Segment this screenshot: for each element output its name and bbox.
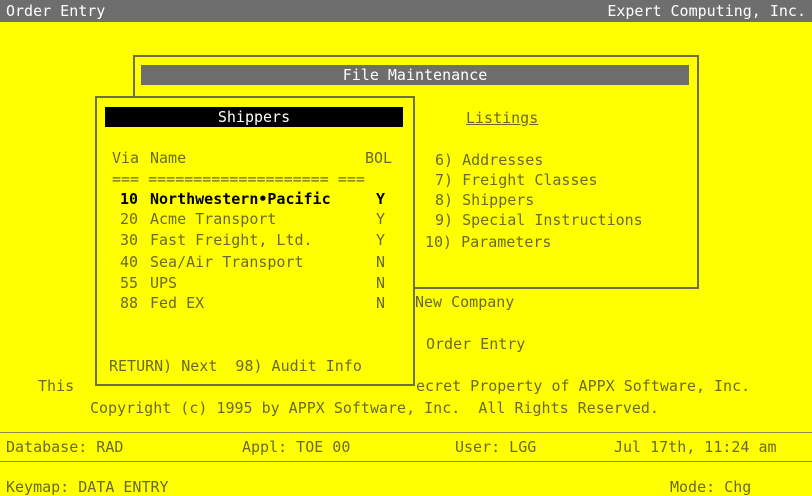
status-appl: Appl: TOE 00 — [242, 438, 351, 456]
row-via[interactable]: 30 — [120, 231, 138, 249]
row-name[interactable]: UPS — [150, 274, 177, 292]
row-via[interactable]: 40 — [120, 253, 138, 271]
status-datetime: Jul 17th, 11:24 am — [614, 438, 777, 456]
shippers-footer-keys[interactable]: RETURN) Next 98) Audit Info — [109, 357, 362, 375]
row-bol[interactable]: N — [376, 253, 385, 271]
row-bol[interactable]: Y — [376, 231, 385, 249]
menu-item-freight-classes[interactable]: 7) Freight Classes — [435, 171, 598, 189]
listings-heading: Listings — [466, 109, 539, 127]
row-bol[interactable]: N — [376, 274, 385, 292]
column-name: Name — [150, 149, 187, 167]
trade-secret-left: This — [38, 377, 75, 395]
row-name[interactable]: Northwestern•Pacific — [150, 190, 331, 208]
app-title: Order Entry — [6, 2, 106, 20]
row-via[interactable]: 20 — [120, 210, 138, 228]
row-name[interactable]: Acme Transport — [150, 210, 276, 228]
status-divider-bottom — [0, 461, 812, 462]
column-via: Via — [112, 149, 140, 167]
header-rule: === ==================== === — [112, 170, 365, 188]
menu-item-shippers[interactable]: 8) Shippers — [435, 191, 534, 209]
title-bar: Order Entry Expert Computing, Inc. — [0, 0, 812, 22]
company-name: Expert Computing, Inc. — [607, 2, 806, 20]
shippers-window: Shippers Via Name BOL === ==============… — [95, 96, 415, 386]
menu-item-special-instructions[interactable]: 9) Special Instructions — [435, 211, 643, 229]
status-divider-top — [0, 432, 812, 433]
new-company-label: New Company — [415, 293, 515, 311]
order-entry-label: Order Entry — [426, 335, 526, 353]
row-via[interactable]: 88 — [120, 294, 138, 312]
row-bol[interactable]: N — [376, 294, 385, 312]
row-name[interactable]: Fed EX — [150, 294, 204, 312]
status-mode: Mode: Chg — [670, 478, 752, 496]
status-keymap: Keymap: DATA ENTRY — [6, 478, 169, 496]
row-name[interactable]: Sea/Air Transport — [150, 253, 304, 271]
menu-item-parameters[interactable]: 10) Parameters — [425, 233, 551, 251]
row-via[interactable]: 55 — [120, 274, 138, 292]
shippers-title: Shippers — [105, 107, 403, 127]
trade-secret-right: ecret Property of APPX Software, Inc. — [416, 377, 751, 395]
row-via[interactable]: 10 — [120, 190, 138, 208]
column-bol: BOL — [365, 149, 393, 167]
row-name[interactable]: Fast Freight, Ltd. — [150, 231, 313, 249]
copyright-notice: Copyright (c) 1995 by APPX Software, Inc… — [90, 399, 659, 417]
status-database: Database: RAD — [6, 438, 124, 456]
row-bol[interactable]: Y — [376, 210, 385, 228]
file-maintenance-title: File Maintenance — [141, 65, 689, 85]
menu-item-addresses[interactable]: 6) Addresses — [435, 151, 543, 169]
row-bol[interactable]: Y — [376, 190, 385, 208]
status-user: User: LGG — [455, 438, 537, 456]
